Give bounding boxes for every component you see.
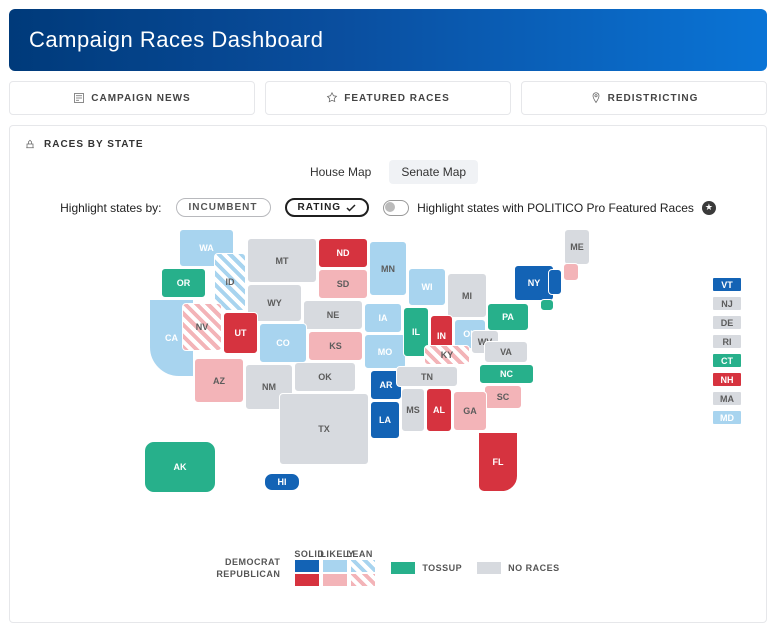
state-WI[interactable]: WI (408, 268, 446, 306)
capitol-icon (24, 138, 36, 150)
state-VT-marker[interactable] (548, 269, 562, 295)
tab-label: REDISTRICTING (608, 93, 699, 104)
swatch-dem-lean (350, 559, 376, 573)
featured-toggle[interactable] (383, 200, 409, 216)
state-HI[interactable]: HI (264, 473, 300, 491)
state-OK[interactable]: OK (294, 362, 356, 392)
star-badge-icon: ★ (702, 201, 716, 215)
chip-incumbent[interactable]: INCUMBENT (176, 198, 271, 217)
legend-tossup: TOSSUP (422, 563, 462, 573)
state-NC[interactable]: NC (479, 364, 534, 384)
state-NE[interactable]: NE (303, 300, 363, 330)
legend-noraces: NO RACES (508, 563, 560, 573)
state-MT[interactable]: MT (247, 238, 317, 283)
chip-label: RATING (298, 202, 342, 213)
map-legend: DEMOCRAT REPUBLICAN SOLID LIKELY LEAN TO… (24, 549, 752, 587)
highlight-label: Highlight states by: (60, 201, 161, 215)
tab-featured-races[interactable]: FEATURED RACES (265, 81, 511, 115)
check-icon (346, 203, 356, 213)
tab-campaign-news[interactable]: CAMPAIGN NEWS (9, 81, 255, 115)
featured-toggle-label: Highlight states with POLITICO Pro Featu… (417, 201, 694, 215)
side-state-CT[interactable]: CT (712, 353, 742, 368)
state-AL[interactable]: AL (426, 388, 452, 432)
side-state-MD[interactable]: MD (712, 410, 742, 425)
side-state-NJ[interactable]: NJ (712, 296, 742, 311)
state-NV[interactable]: NV (182, 303, 222, 351)
state-OR[interactable]: OR (161, 268, 206, 298)
state-VA[interactable]: VA (484, 341, 528, 363)
page-title: Campaign Races Dashboard (9, 9, 767, 71)
state-TN[interactable]: TN (396, 366, 458, 387)
chip-rating[interactable]: RATING (285, 198, 370, 217)
state-PA[interactable]: PA (487, 303, 529, 331)
star-icon (326, 92, 338, 104)
state-GA[interactable]: GA (453, 391, 487, 431)
swatch-tossup (390, 561, 416, 575)
news-icon (73, 92, 85, 104)
map-controls: Highlight states by: INCUMBENT RATING Hi… (24, 198, 752, 217)
swatch-rep-likely (322, 573, 348, 587)
map-type-tabs: House Map Senate Map (24, 160, 752, 184)
legend-lean: LEAN (346, 549, 370, 559)
state-CO[interactable]: CO (259, 323, 307, 363)
state-NH-marker[interactable] (563, 263, 579, 281)
state-SD[interactable]: SD (318, 269, 368, 299)
swatch-dem-solid (294, 559, 320, 573)
swatch-dem-likely (322, 559, 348, 573)
swatch-noraces (476, 561, 502, 575)
side-state-list: VT NJ DE RI CT NH MA MD (712, 277, 742, 425)
state-AZ[interactable]: AZ (194, 358, 244, 403)
legend-democrat: DEMOCRAT (216, 557, 280, 567)
state-SC[interactable]: SC (484, 385, 522, 409)
swatch-rep-solid (294, 573, 320, 587)
state-FL[interactable]: FL (478, 432, 518, 492)
state-KS[interactable]: KS (308, 331, 363, 361)
primary-tabs: CAMPAIGN NEWS FEATURED RACES REDISTRICTI… (9, 81, 767, 115)
state-MI[interactable]: MI (447, 273, 487, 318)
state-KY[interactable]: KY (424, 345, 470, 365)
side-state-RI[interactable]: RI (712, 334, 742, 349)
state-MS[interactable]: MS (401, 388, 425, 432)
side-state-DE[interactable]: DE (712, 315, 742, 330)
swatch-rep-lean (350, 573, 376, 587)
races-by-state-panel: RACES BY STATE House Map Senate Map High… (9, 125, 767, 623)
state-MN[interactable]: MN (369, 241, 407, 296)
legend-republican: REPUBLICAN (216, 569, 280, 579)
state-UT[interactable]: UT (223, 312, 258, 354)
tab-house-map[interactable]: House Map (298, 160, 383, 184)
state-LA[interactable]: LA (370, 401, 400, 439)
state-ND[interactable]: ND (318, 238, 368, 268)
tab-label: CAMPAIGN NEWS (91, 93, 190, 104)
pin-icon (590, 92, 602, 104)
tab-senate-map[interactable]: Senate Map (389, 160, 478, 184)
state-AK[interactable]: AK (144, 441, 216, 493)
legend-likely: LIKELY (320, 549, 344, 559)
us-map: WA OR ID MT ND SD MN WI MI WY NE IA CA N… (24, 223, 752, 543)
legend-solid: SOLID (294, 549, 318, 559)
panel-title: RACES BY STATE (44, 139, 144, 150)
state-TX[interactable]: TX (279, 393, 369, 465)
state-MO[interactable]: MO (364, 334, 406, 369)
side-state-NH[interactable]: NH (712, 372, 742, 387)
state-IA[interactable]: IA (364, 303, 402, 333)
state-CT-marker[interactable] (540, 299, 554, 311)
side-state-MA[interactable]: MA (712, 391, 742, 406)
side-state-VT[interactable]: VT (712, 277, 742, 292)
state-ME[interactable]: ME (564, 229, 590, 265)
tab-label: FEATURED RACES (344, 93, 449, 104)
tab-redistricting[interactable]: REDISTRICTING (521, 81, 767, 115)
